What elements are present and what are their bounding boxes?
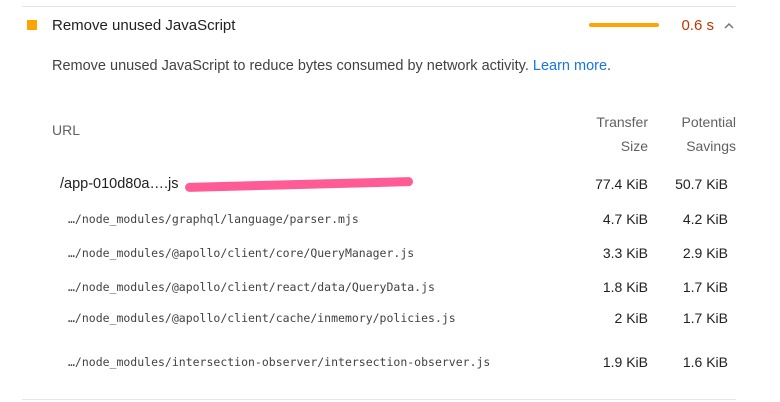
potential-savings: 1.7 KiB: [682, 310, 728, 326]
table-row[interactable]: …/node_modules/@apollo/client/react/data…: [52, 276, 736, 298]
redaction-mark: [184, 176, 413, 192]
unused-js-table: URL Transfer Size Potential Savings /app…: [52, 104, 736, 370]
savings-sparkbar: [589, 23, 660, 27]
transfer-size: 1.9 KiB: [602, 354, 648, 370]
table-row[interactable]: …/node_modules/graphql/language/parser.m…: [52, 208, 736, 230]
table-row[interactable]: …/node_modules/intersection-observer/int…: [52, 338, 736, 386]
potential-savings: 2.9 KiB: [682, 245, 728, 261]
column-header-potential-savings: Potential Savings: [681, 114, 736, 154]
audit-description: Remove unused JavaScript to reduce bytes…: [52, 58, 612, 74]
table-header: URL Transfer Size Potential Savings: [52, 104, 736, 162]
transfer-size: 3.3 KiB: [602, 245, 648, 261]
transfer-size: 4.7 KiB: [602, 211, 648, 227]
bottom-divider: [22, 399, 736, 400]
warning-square-icon: [27, 20, 37, 30]
potential-savings: 4.2 KiB: [682, 211, 728, 227]
learn-more-link[interactable]: Learn more: [533, 58, 607, 74]
transfer-size: 2 KiB: [614, 310, 648, 326]
audit-savings: 0.6 s: [681, 16, 714, 34]
top-divider: [22, 6, 736, 7]
column-header-url: URL: [52, 122, 81, 138]
transfer-size: 1.8 KiB: [602, 279, 648, 295]
description-text: Remove unused JavaScript to reduce bytes…: [52, 58, 529, 74]
potential-savings: 50.7 KiB: [675, 176, 728, 192]
chevron-up-icon[interactable]: [724, 20, 734, 30]
transfer-size: 77.4 KiB: [595, 176, 648, 192]
table-row-main-script[interactable]: /app-010d80a….js 77.4 KiB 50.7 KiB: [52, 174, 736, 194]
table-row[interactable]: …/node_modules/@apollo/client/core/Query…: [52, 242, 736, 264]
table-row[interactable]: …/node_modules/@apollo/client/cache/inme…: [52, 307, 736, 329]
column-header-transfer-size: Transfer Size: [596, 114, 648, 154]
script-url: /app-010d80a….js: [60, 176, 179, 192]
potential-savings: 1.7 KiB: [682, 279, 728, 295]
audit-title: Remove unused JavaScript: [52, 16, 236, 34]
potential-savings: 1.6 KiB: [682, 354, 728, 370]
audit-header-toggle[interactable]: Remove unused JavaScript 0.6 s: [22, 10, 736, 40]
